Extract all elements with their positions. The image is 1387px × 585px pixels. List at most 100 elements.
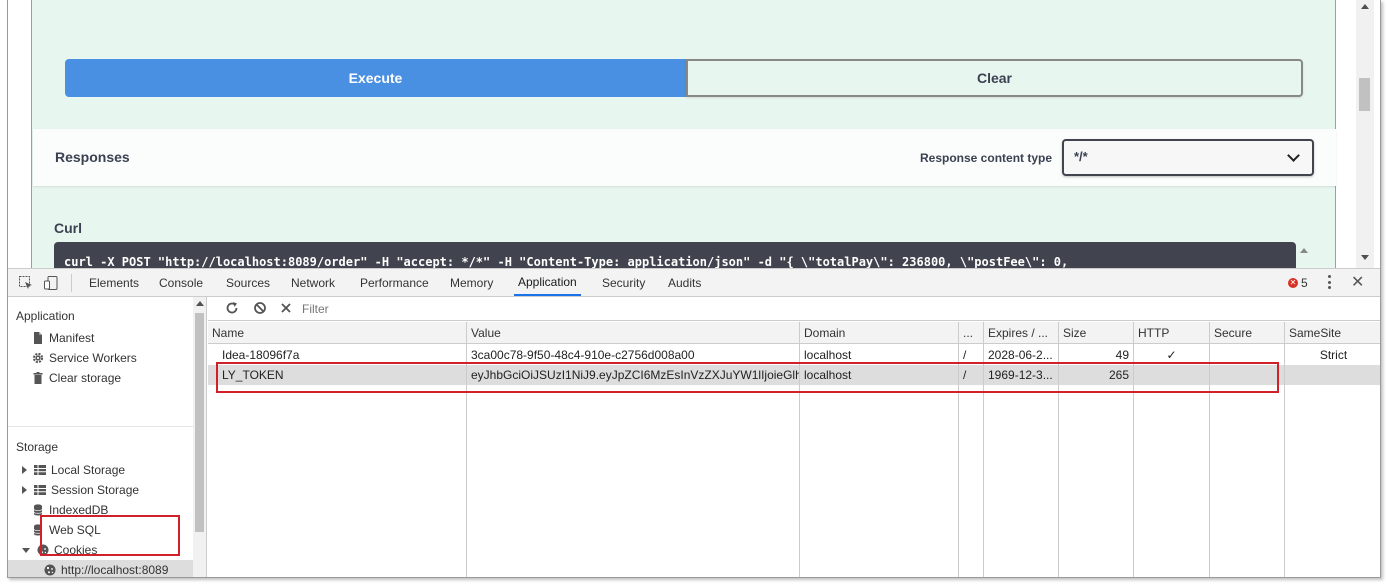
device-toolbar-icon[interactable]: [43, 275, 59, 291]
file-icon: [32, 332, 44, 344]
sidebar-item-cookie-origin[interactable]: http://localhost:8089: [44, 563, 168, 577]
delete-selected-icon[interactable]: [278, 301, 294, 317]
cookie-name: Idea-18096f7a: [222, 348, 300, 362]
column-divider[interactable]: [958, 322, 959, 577]
tab-elements[interactable]: Elements: [89, 269, 139, 296]
cookie-secure: [1210, 365, 1284, 385]
curl-command: curl -X POST "http://localhost:8089/orde…: [54, 242, 1296, 268]
sidebar-item-label: Session Storage: [51, 483, 140, 497]
gear-icon: [32, 352, 44, 364]
curl-title: Curl: [54, 220, 82, 236]
error-badge[interactable]: ✕ 5: [1288, 276, 1308, 290]
database-icon: [32, 524, 44, 536]
expand-icon[interactable]: [22, 466, 27, 474]
column-header-size[interactable]: Size: [1059, 322, 1133, 344]
response-content-type-select[interactable]: */*: [1062, 139, 1314, 176]
refresh-icon[interactable]: [224, 301, 240, 317]
sidebar-item-clear-storage[interactable]: Clear storage: [32, 371, 121, 385]
sidebar-item-label: IndexedDB: [49, 503, 109, 517]
scrollbar-thumb[interactable]: [1359, 78, 1370, 111]
execute-button[interactable]: Execute: [65, 59, 686, 97]
scrollbar-thumb[interactable]: [195, 313, 204, 532]
swagger-panel: Execute Clear Responses Response content…: [8, 0, 1380, 268]
cookie-size: 265: [1108, 368, 1129, 382]
cookie-value: eyJhbGciOiJSUzI1NiJ9.eyJpZCI6MzEsInVzZXJ…: [471, 368, 799, 382]
sidebar-scrollbar[interactable]: [193, 297, 206, 577]
sidebar-item-service-workers[interactable]: Service Workers: [32, 351, 137, 365]
column-divider[interactable]: [1284, 322, 1285, 577]
sidebar-item-label: http://localhost:8089: [61, 563, 169, 577]
collapse-icon[interactable]: [22, 547, 30, 553]
column-divider[interactable]: [1058, 322, 1059, 577]
cookies-table: Name Value Domain ... Expires / ... Size…: [208, 322, 1380, 577]
column-header-http[interactable]: HTTP: [1134, 322, 1209, 344]
table-header: Name Value Domain ... Expires / ... Size…: [208, 322, 1380, 344]
page-scrollbar[interactable]: [1356, 0, 1374, 268]
expand-icon[interactable]: [22, 486, 27, 494]
operation-block: Execute Clear Responses Response content…: [31, 0, 1336, 268]
sidebar-item-local-storage[interactable]: Local Storage: [22, 463, 125, 477]
table-row[interactable]: LY_TOKEN eyJhbGciOiJSUzI1NiJ9.eyJpZCI6Mz…: [208, 365, 1380, 385]
inspect-element-icon[interactable]: [18, 275, 34, 291]
error-count: 5: [1301, 276, 1308, 290]
filter-input[interactable]: [298, 300, 798, 318]
scroll-up-icon[interactable]: [196, 301, 204, 306]
tab-performance[interactable]: Performance: [360, 269, 429, 296]
application-heading: Application: [16, 309, 75, 323]
cookie-samesite: Strict: [1319, 348, 1348, 362]
column-header-value[interactable]: Value: [467, 322, 799, 344]
tab-network[interactable]: Network: [291, 269, 335, 296]
tab-application[interactable]: Application: [514, 269, 581, 296]
curl-scrollbar[interactable]: [1300, 248, 1308, 268]
cookie-expires: 2028-06-2...: [988, 348, 1053, 362]
close-icon[interactable]: ✕: [1351, 272, 1364, 292]
sidebar-item-label: Service Workers: [49, 351, 137, 365]
cookie-expires: 1969-12-3...: [988, 368, 1053, 382]
cookie-http: ✓: [1166, 348, 1177, 362]
sidebar-item-cookies[interactable]: Cookies: [22, 543, 97, 557]
tab-console[interactable]: Console: [159, 269, 203, 296]
table-row[interactable]: Idea-18096f7a 3ca00c78-9f50-48c4-910e-c2…: [208, 345, 1380, 365]
scroll-up-icon: [1300, 248, 1308, 253]
sidebar-item-indexeddb[interactable]: IndexedDB: [32, 503, 108, 517]
response-content-type-label: Response content type: [920, 151, 1053, 165]
application-sidebar: Application Manifest Service Workers Cle…: [8, 297, 207, 577]
cookie-size: 49: [1115, 348, 1129, 362]
column-divider[interactable]: [799, 322, 800, 577]
clear-all-icon[interactable]: [252, 301, 268, 317]
tab-audits[interactable]: Audits: [668, 269, 701, 296]
column-header-path[interactable]: ...: [959, 322, 983, 344]
column-header-domain[interactable]: Domain: [800, 322, 958, 344]
devtools-toolbar: Elements Console Sources Network Perform…: [8, 269, 1380, 297]
tab-memory[interactable]: Memory: [450, 269, 493, 296]
cookie-icon: [37, 544, 49, 556]
sidebar-item-web-sql[interactable]: Web SQL: [32, 523, 101, 537]
cookies-toolbar: [208, 297, 1380, 321]
sidebar-item-session-storage[interactable]: Session Storage: [22, 483, 139, 497]
scroll-down-icon[interactable]: [1361, 255, 1369, 260]
column-divider[interactable]: [1209, 322, 1210, 577]
sidebar-item-label: Clear storage: [49, 371, 122, 385]
sidebar-divider: [8, 426, 193, 427]
responses-header: Responses Response content type */*: [33, 129, 1336, 186]
column-divider[interactable]: [1133, 322, 1134, 577]
tab-security[interactable]: Security: [602, 269, 645, 296]
clear-button[interactable]: Clear: [686, 59, 1303, 97]
cookie-value: 3ca00c78-9f50-48c4-910e-c2756d008a00: [471, 348, 695, 362]
sidebar-item-label: Cookies: [54, 543, 98, 557]
column-header-expires[interactable]: Expires / ...: [984, 322, 1058, 344]
more-options-icon[interactable]: [1328, 275, 1332, 289]
scroll-up-icon[interactable]: [1361, 4, 1369, 9]
cookie-path: /: [963, 368, 967, 382]
column-divider[interactable]: [466, 322, 467, 577]
sidebar-item-manifest[interactable]: Manifest: [32, 331, 94, 345]
column-header-samesite[interactable]: SameSite: [1285, 322, 1380, 344]
chevron-down-icon: [1287, 149, 1300, 162]
cookie-icon: [44, 564, 56, 576]
sidebar-item-label: Local Storage: [51, 463, 126, 477]
tab-sources[interactable]: Sources: [226, 269, 270, 296]
column-header-name[interactable]: Name: [208, 322, 466, 344]
column-header-secure[interactable]: Secure: [1210, 322, 1284, 344]
column-divider[interactable]: [983, 322, 984, 577]
cookie-domain: localhost: [804, 348, 852, 362]
